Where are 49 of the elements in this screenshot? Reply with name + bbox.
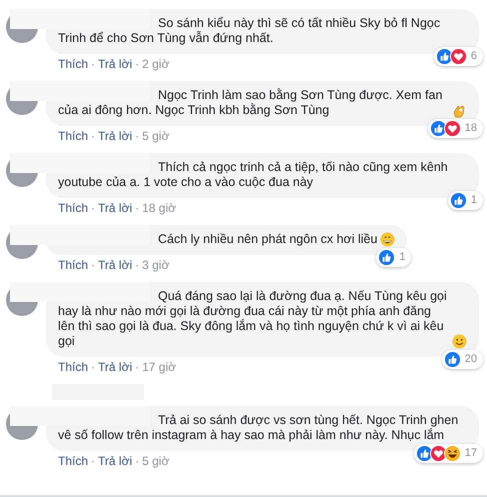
- action-link[interactable]: Thích: [58, 360, 88, 374]
- separator-dot: ·: [135, 201, 140, 215]
- separator-dot: ·: [91, 258, 96, 272]
- timestamp: 5 giờ: [142, 129, 170, 143]
- reaction-count: 18: [464, 121, 477, 136]
- separator-dot: ·: [135, 454, 140, 468]
- comment-text: Cách ly nhiều nên phát ngôn cx hơi liều: [157, 232, 378, 247]
- reaction-count: 17: [464, 446, 477, 461]
- grinning-emoji-icon: [380, 232, 396, 247]
- like-icon: [444, 351, 461, 368]
- comment-text: Trả ai so sánh được vs sơn tùng hết. Ngọc Trinh ghen vê số follow trên instagram à hay sao mà phải làm như này. Nhục lắm: [58, 413, 460, 443]
- action-link[interactable]: Trả lời: [98, 57, 132, 71]
- action-link[interactable]: Thích: [58, 129, 88, 143]
- timestamp: 17 giờ: [142, 360, 176, 374]
- ok-hand-emoji-icon: [452, 103, 467, 118]
- separator-dot: ·: [91, 360, 96, 374]
- comment-text: Ngọc Trinh làm sao bằng Sơn Tùng được. Xem fan của ai đông hơn. Ngọc Trinh kbh bằng Sơn Tùng: [58, 88, 444, 118]
- action-link[interactable]: Thích: [58, 258, 88, 272]
- action-link[interactable]: Trả lời: [98, 258, 132, 272]
- comment-text: Quá đáng sao lại là đường đua ạ. Nếu Tùng kêu gọi hay là như nào mới gọi là đường đua cái này từ một phía anh đăng lên thì sao gọi là đua. Sky đông lắm và họ tình nguyện chứ k vì ai kêu gọi: [58, 289, 448, 349]
- separator-dot: ·: [135, 360, 140, 374]
- reaction-count: 1: [470, 193, 477, 208]
- laughing-emoji-icon: [444, 445, 461, 462]
- separator-dot: ·: [91, 201, 96, 215]
- reaction-count: 1: [399, 250, 406, 265]
- separator-dot: ·: [135, 57, 140, 71]
- timestamp: 3 giờ: [142, 258, 170, 272]
- timestamp: 2 giờ: [142, 57, 170, 71]
- action-link[interactable]: Trả lời: [98, 201, 132, 215]
- action-link[interactable]: Thích: [58, 201, 88, 215]
- reaction-count: 20: [464, 352, 477, 367]
- timestamp: 5 giờ: [142, 454, 170, 468]
- timestamp: 18 giờ: [142, 201, 176, 215]
- action-link[interactable]: Trả lời: [98, 129, 132, 143]
- action-link[interactable]: Trả lời: [98, 360, 132, 374]
- action-link[interactable]: Thích: [58, 57, 88, 71]
- like-icon: [378, 249, 396, 266]
- separator-dot: ·: [135, 129, 140, 143]
- action-link[interactable]: Trả lời: [98, 454, 132, 468]
- separator-dot: ·: [135, 258, 140, 272]
- comment-text: Thích cả ngọc trinh cả a tiệp, tối nào cũng xem kênh youtube của a. 1 vote cho a vào cuộc đua này: [58, 160, 449, 190]
- like-icon: [450, 192, 467, 209]
- action-link[interactable]: Thích: [58, 454, 88, 468]
- separator-dot: ·: [91, 454, 96, 468]
- separator-dot: ·: [91, 129, 96, 143]
- comment-text: So sánh kiểu này thì sẽ có tất nhiều Sky bỏ fl Ngọc Trinh để cho Sơn Tùng vẫn đứng nhất.: [58, 16, 442, 46]
- smiley-emoji-icon: [452, 334, 467, 349]
- reaction-count: 6: [470, 49, 477, 64]
- separator-dot: ·: [91, 57, 96, 71]
